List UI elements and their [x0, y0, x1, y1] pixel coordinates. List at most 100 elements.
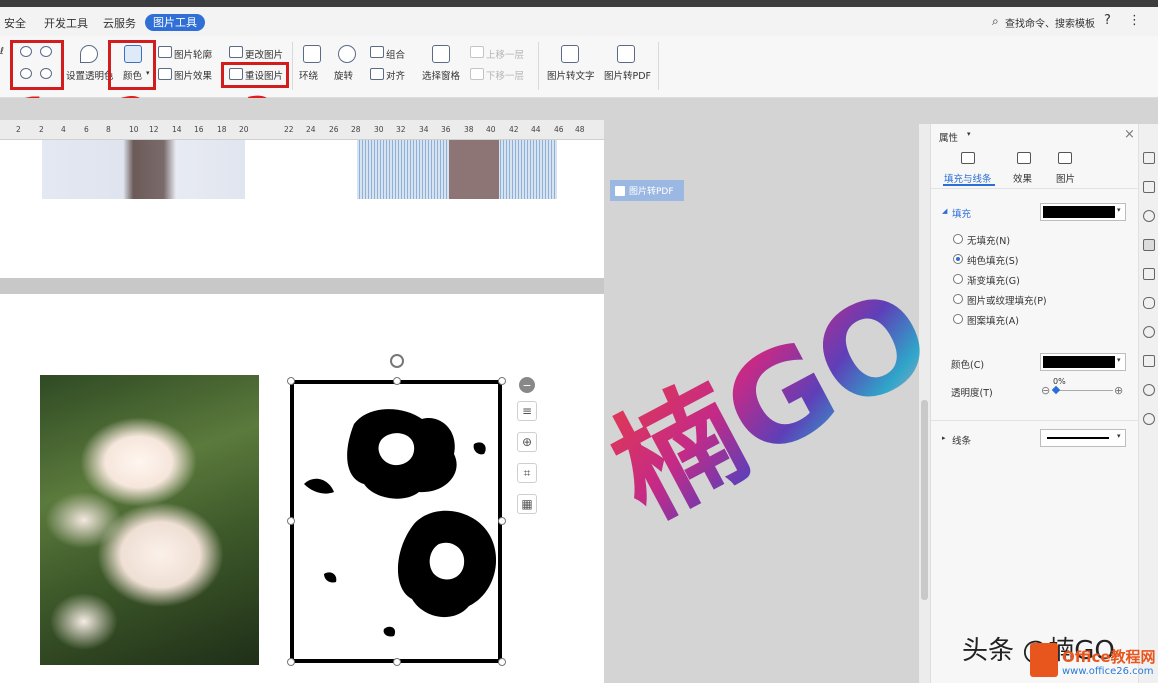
picture-to-pdf-float-label: 图片转PDF — [629, 187, 674, 197]
help-icon[interactable]: ? — [1104, 13, 1111, 28]
right-sidebar — [1138, 124, 1158, 683]
picture-to-pdf-button[interactable]: 图片转PDF — [604, 68, 651, 82]
option-no-fill[interactable]: 无填充(N) — [967, 233, 1010, 247]
ribbon-edge-glyph: ℓ — [0, 46, 4, 57]
bring-forward-button[interactable]: 上移一层 — [486, 47, 524, 61]
rose-photo-black-white[interactable] — [290, 380, 502, 663]
resize-handle-nw[interactable] — [287, 377, 295, 385]
selection-pane-button[interactable]: 选择窗格 — [422, 68, 460, 82]
radio-picture-fill[interactable] — [953, 294, 963, 304]
radio-gradient-fill[interactable] — [953, 274, 963, 284]
dropdown-chevron-icon: ▾ — [1117, 356, 1121, 364]
set-transparent-button[interactable]: 设置透明色 — [66, 68, 114, 82]
resize-handle-e[interactable] — [498, 517, 506, 525]
divider — [658, 42, 659, 90]
menu-cloud[interactable]: 云服务 — [103, 15, 136, 31]
person-photo-filtered[interactable] — [357, 140, 557, 199]
picture-tools-icon[interactable]: ▦ — [517, 494, 537, 514]
panel-title-chevron-icon[interactable]: ▾ — [967, 130, 971, 138]
active-tab-underline — [943, 184, 995, 186]
ruler-tick: 6 — [84, 125, 89, 134]
transparency-decrease-icon[interactable]: ⊖ — [1041, 384, 1050, 397]
search-icon[interactable]: ⌕ — [992, 14, 999, 29]
option-pattern-fill[interactable]: 图案填充(A) — [967, 313, 1019, 327]
transparency-increase-icon[interactable]: ⊕ — [1114, 384, 1123, 397]
option-picture-fill[interactable]: 图片或纹理填充(P) — [967, 293, 1047, 307]
rotate-handle-icon[interactable] — [390, 354, 404, 368]
horizontal-ruler[interactable]: 2 2 4 6 8 10 12 14 16 18 20 22 24 26 28 … — [0, 120, 604, 140]
fill-color-dropdown[interactable]: ▾ — [1040, 203, 1126, 221]
tab-picture-tools[interactable]: 图片工具 — [145, 14, 205, 31]
properties-panel: 属性 ▾ × 填充与线条 效果 图片 ◢ 填充 ▾ 无填充(N) 纯色填充(S)… — [930, 124, 1139, 683]
option-solid-fill[interactable]: 纯色填充(S) — [967, 253, 1018, 267]
menu-security[interactable]: 安全 — [4, 15, 26, 31]
star-icon[interactable] — [1143, 297, 1155, 309]
layout-options-icon[interactable]: ≡ — [517, 401, 537, 421]
ruler-tick: 2 — [16, 125, 21, 134]
rose-photo[interactable] — [40, 375, 259, 665]
color-dropdown[interactable]: ▾ — [1040, 353, 1126, 371]
ruler-tick: 20 — [239, 125, 249, 134]
group-icon — [370, 46, 384, 58]
person-photo[interactable] — [42, 140, 245, 199]
tab-fill-and-line[interactable]: 填充与线条 — [944, 171, 992, 185]
logo-text: 楠GO — [591, 262, 954, 530]
radio-pattern-fill[interactable] — [953, 314, 963, 324]
transparency-slider-handle[interactable] — [1051, 385, 1061, 395]
line-expand-icon[interactable]: ▸ — [942, 434, 946, 442]
crop-tool-icon[interactable]: ⌗ — [517, 463, 537, 483]
history-icon[interactable] — [1143, 384, 1155, 396]
help-circle-icon[interactable] — [1143, 413, 1155, 425]
layout-icon[interactable] — [1143, 355, 1155, 367]
rotate-icon — [338, 45, 356, 63]
fill-expand-icon[interactable]: ◢ — [942, 207, 947, 215]
more-icon[interactable]: ⋮ — [1128, 13, 1141, 28]
send-backward-button[interactable]: 下移一层 — [486, 68, 524, 82]
resize-handle-s[interactable] — [393, 658, 401, 666]
align-button[interactable]: 对齐 — [386, 68, 405, 82]
line-section-title: 线条 — [952, 436, 972, 447]
resize-handle-sw[interactable] — [287, 658, 295, 666]
wrap-button[interactable]: 环绕 — [299, 68, 318, 82]
picture-outline-button[interactable]: 图片轮廓 — [174, 47, 212, 61]
radio-solid-fill[interactable] — [953, 254, 963, 264]
tab-picture[interactable]: 图片 — [1056, 171, 1075, 185]
picture-tab-icon — [1058, 152, 1072, 164]
change-picture-button[interactable]: 更改图片 — [245, 47, 283, 61]
picture-to-text-button[interactable]: 图片转文字 — [547, 68, 595, 82]
scrollbar-thumb[interactable] — [921, 400, 928, 600]
search-command[interactable]: 查找命令、搜索模板 — [1005, 15, 1095, 30]
styles-icon[interactable] — [1143, 268, 1155, 280]
line-style-dropdown[interactable]: ▾ — [1040, 429, 1126, 447]
shapes-icon[interactable] — [1143, 210, 1155, 222]
properties-icon[interactable] — [1143, 239, 1155, 251]
resize-handle-se[interactable] — [498, 658, 506, 666]
transparency-slider[interactable] — [1055, 390, 1113, 391]
ruler-tick: 14 — [172, 125, 182, 134]
pen-icon[interactable] — [1143, 152, 1155, 164]
share-icon[interactable] — [1143, 326, 1155, 338]
color-swatch — [1043, 356, 1115, 368]
rotate-button[interactable]: 旋转 — [334, 68, 353, 82]
effect-icon — [158, 68, 172, 80]
option-gradient-fill[interactable]: 渐变填充(G) — [967, 273, 1020, 287]
picture-to-pdf-icon — [617, 45, 635, 63]
menu-dev-tools[interactable]: 开发工具 — [44, 15, 88, 31]
align-icon — [370, 68, 384, 80]
ruler-tick: 38 — [464, 125, 474, 134]
picture-to-pdf-float-button[interactable]: 图片转PDF — [610, 180, 684, 201]
office-brand-text: Office教程网 — [1062, 648, 1156, 666]
group-button[interactable]: 组合 — [386, 47, 405, 61]
radio-no-fill[interactable] — [953, 234, 963, 244]
cursor-icon[interactable] — [1143, 181, 1155, 193]
collapse-icon[interactable]: − — [519, 377, 535, 393]
resize-handle-w[interactable] — [287, 517, 295, 525]
resize-handle-ne[interactable] — [498, 377, 506, 385]
picture-effect-button[interactable]: 图片效果 — [174, 68, 212, 82]
dropdown-chevron-icon: ▾ — [1117, 206, 1121, 214]
close-icon[interactable]: × — [1124, 127, 1135, 142]
resize-handle-n[interactable] — [393, 377, 401, 385]
selection-pane-icon — [432, 45, 450, 63]
tab-effect[interactable]: 效果 — [1013, 171, 1032, 185]
zoom-icon[interactable]: ⊕ — [517, 432, 537, 452]
